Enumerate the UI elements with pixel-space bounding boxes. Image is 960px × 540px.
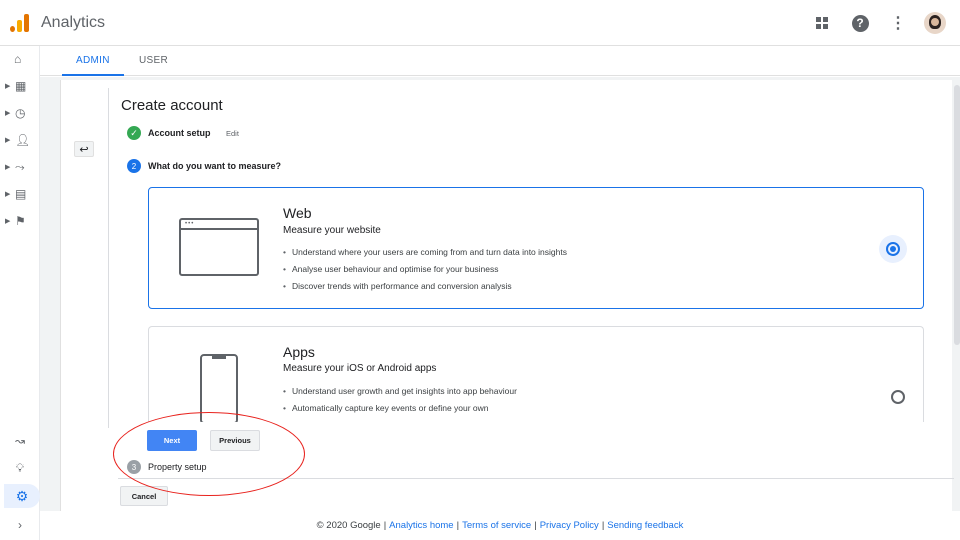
- annotation-ellipse: [113, 412, 305, 496]
- tab-admin[interactable]: ADMIN: [76, 55, 110, 66]
- top-app-bar: Analytics ? ⋮: [0, 0, 960, 46]
- option-card-apps[interactable]: Apps Measure your iOS or Android apps Un…: [148, 326, 924, 422]
- footer-link-terms[interactable]: Terms of service: [462, 520, 531, 531]
- acquisition-icon[interactable]: ▶ ⤳: [0, 154, 40, 180]
- chevron-right-icon[interactable]: ›: [0, 518, 40, 532]
- route-icon[interactable]: ↝: [0, 434, 40, 448]
- page-title: Create account: [121, 97, 223, 114]
- table-icon[interactable]: ▶ ▤: [0, 181, 40, 207]
- active-tab-indicator: [62, 74, 124, 76]
- step-measure-label: What do you want to measure?: [148, 161, 282, 171]
- lightbulb-icon[interactable]: 💡︎: [0, 461, 40, 476]
- back-arrow-icon[interactable]: ↩: [74, 141, 94, 157]
- clock-icon[interactable]: ▶ ◷: [0, 100, 40, 126]
- browser-window-icon: •••: [179, 218, 259, 276]
- gear-icon[interactable]: ⚙: [4, 484, 40, 508]
- list-item: Analyse user behaviour and optimise for …: [283, 261, 567, 278]
- help-icon[interactable]: ?: [848, 11, 872, 35]
- tab-user[interactable]: USER: [139, 55, 168, 66]
- scrollbar[interactable]: [954, 85, 960, 345]
- option-bullets: Understand where your users are coming f…: [283, 244, 567, 295]
- dashboard-icon[interactable]: ▶ ▦: [0, 73, 40, 99]
- avatar[interactable]: [924, 12, 946, 34]
- check-icon: ✓: [127, 126, 141, 140]
- home-icon[interactable]: ⌂: [0, 46, 40, 72]
- list-item: Understand user growth and get insights …: [283, 383, 517, 400]
- footer-link-privacy[interactable]: Privacy Policy: [540, 520, 599, 531]
- list-item: Understand where your users are coming f…: [283, 244, 567, 261]
- app-title: Analytics: [41, 14, 106, 31]
- admin-tabs: ADMIN USER: [40, 46, 960, 76]
- radio-web-selected[interactable]: [879, 235, 907, 263]
- option-subtitle: Measure your iOS or Android apps: [283, 363, 437, 374]
- more-vert-icon[interactable]: ⋮: [886, 11, 910, 35]
- footer: © 2020 Google | Analytics home | Terms o…: [40, 511, 960, 540]
- step-account-setup-label: Account setup: [148, 128, 211, 138]
- copyright-text: © 2020 Google: [316, 520, 381, 531]
- edit-link[interactable]: Edit: [226, 129, 239, 138]
- list-item: Discover trends with performance and con…: [283, 278, 567, 295]
- radio-apps[interactable]: [891, 390, 905, 404]
- option-card-web[interactable]: ••• Web Measure your website Understand …: [148, 187, 924, 309]
- option-title: Apps: [283, 344, 315, 360]
- person-icon[interactable]: ▶ 👤︎: [0, 127, 40, 153]
- option-title: Web: [283, 205, 312, 221]
- apps-grid-icon[interactable]: [810, 11, 834, 35]
- flag-icon[interactable]: ▶ ⚑: [0, 208, 40, 234]
- footer-link-analytics-home[interactable]: Analytics home: [389, 520, 453, 531]
- list-item: Automatically capture key events or defi…: [283, 400, 517, 417]
- footer-link-feedback[interactable]: Sending feedback: [607, 520, 683, 531]
- stepper-line: [108, 88, 109, 428]
- option-bullets: Understand user growth and get insights …: [283, 383, 517, 417]
- analytics-logo-icon[interactable]: [10, 14, 30, 32]
- top-actions: ? ⋮: [810, 11, 946, 35]
- option-subtitle: Measure your website: [283, 225, 381, 236]
- step-number-badge: 2: [127, 159, 141, 173]
